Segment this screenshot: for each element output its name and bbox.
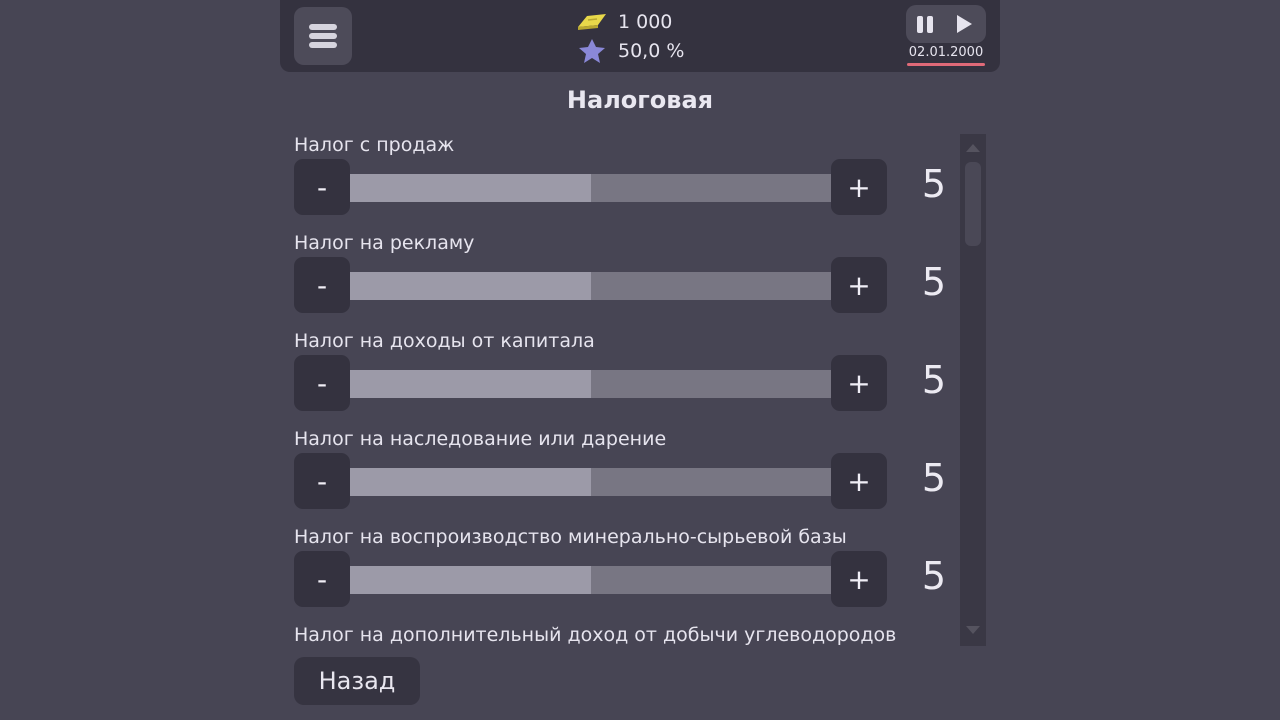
tax-value: 5 [921,554,947,598]
slider-fill [350,272,591,300]
tax-slider[interactable] [350,272,831,300]
slider-fill [350,566,591,594]
tax-list[interactable]: Налог с продаж - + 5 Налог на рекламу - … [280,134,960,646]
decrease-button[interactable]: - [294,257,350,313]
decrease-button[interactable]: - [294,355,350,411]
hamburger-icon-line [309,42,337,48]
date-underline [907,63,985,66]
hamburger-icon [309,24,337,30]
slider-fill [350,174,591,202]
tax-value: 5 [921,358,947,402]
decrease-button[interactable]: - [294,453,350,509]
scroll-thumb[interactable] [965,162,981,246]
gold-bar-icon [578,14,606,30]
money-value: 1 000 [618,11,673,33]
hamburger-icon-line [309,33,337,39]
menu-button[interactable] [294,7,352,65]
top-bar: 1 000 50,0 % 02.01.2000 [280,0,1000,72]
tax-slider[interactable] [350,468,831,496]
tax-row: Налог на рекламу - + 5 [294,232,954,330]
game-date: 02.01.2000 [908,45,984,60]
tax-slider[interactable] [350,174,831,202]
star-icon [579,39,605,63]
increase-button[interactable]: + [831,257,887,313]
scroll-up-arrow-icon[interactable] [966,144,980,152]
scroll-down-arrow-icon[interactable] [966,626,980,634]
tax-row: Налог на дополнительный доход от добычи … [294,624,954,646]
increase-button[interactable]: + [831,551,887,607]
rating-stat: 50,0 % [576,39,684,63]
increase-button[interactable]: + [831,355,887,411]
decrease-button[interactable]: - [294,551,350,607]
page-title: Налоговая [566,86,714,114]
slider-fill [350,468,591,496]
tax-label: Налог на дополнительный доход от добычи … [294,624,897,646]
play-icon[interactable] [906,5,986,43]
tax-row: Налог на доходы от капитала - + 5 [294,330,954,428]
tax-value: 5 [921,456,947,500]
decrease-button[interactable]: - [294,159,350,215]
pause-play-control[interactable] [906,5,986,43]
slider-fill [350,370,591,398]
money-stat: 1 000 [576,10,672,34]
tax-label: Налог на рекламу [294,232,475,254]
tax-row: Налог на наследование или дарение - + 5 [294,428,954,526]
tax-slider[interactable] [350,566,831,594]
tax-label: Налог на воспроизводство минерально-сырь… [294,526,847,548]
increase-button[interactable]: + [831,159,887,215]
tax-value: 5 [921,162,947,206]
tax-row: Налог на воспроизводство минерально-сырь… [294,526,954,624]
rating-value: 50,0 % [618,40,685,62]
scrollbar[interactable] [960,134,986,646]
tax-row: Налог с продаж - + 5 [294,134,954,232]
tax-label: Налог на наследование или дарение [294,428,667,450]
tax-label: Налог с продаж [294,134,455,156]
tax-label: Налог на доходы от капитала [294,330,595,352]
tax-slider[interactable] [350,370,831,398]
back-button[interactable]: Назад [294,657,420,705]
tax-value: 5 [921,260,947,304]
increase-button[interactable]: + [831,453,887,509]
